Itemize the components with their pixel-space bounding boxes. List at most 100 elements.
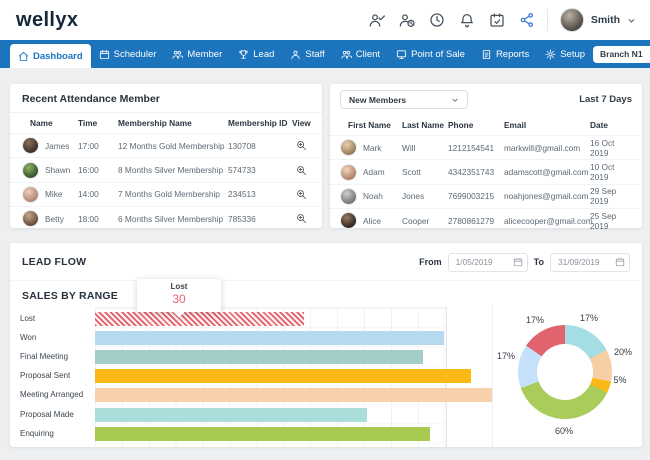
app-logo[interactable]: wellyx bbox=[16, 9, 78, 32]
avatar bbox=[22, 162, 39, 179]
period-label: Last 7 Days bbox=[579, 94, 632, 105]
phone: 7699003215 bbox=[448, 191, 504, 201]
avatar bbox=[22, 137, 39, 154]
donut-segment-label: 17% bbox=[526, 315, 544, 325]
zoom-in-icon[interactable] bbox=[296, 213, 307, 224]
bar-proposal-sent[interactable] bbox=[95, 369, 471, 383]
donut-chart[interactable] bbox=[518, 325, 612, 419]
column-header: Membership Name bbox=[118, 118, 228, 128]
gear-icon bbox=[545, 49, 556, 60]
nav-item-setup[interactable]: Setup bbox=[537, 40, 593, 68]
email: adamscott@gmail.com bbox=[504, 167, 590, 177]
attendance-time: 18:00 bbox=[78, 214, 118, 224]
share-icon[interactable] bbox=[519, 12, 535, 28]
user-check-icon[interactable] bbox=[369, 12, 385, 28]
bar-proposal-made[interactable] bbox=[95, 408, 367, 422]
chevron-down-icon bbox=[627, 16, 636, 25]
donut-segment-label: 60% bbox=[555, 426, 573, 436]
column-header: Phone bbox=[448, 120, 504, 130]
bar-won[interactable] bbox=[95, 331, 444, 345]
bar-lost[interactable] bbox=[95, 312, 304, 326]
nav-item-client[interactable]: Client bbox=[333, 40, 388, 68]
user-menu[interactable]: Smith bbox=[560, 8, 636, 32]
user-clock-icon[interactable] bbox=[399, 12, 415, 28]
column-header: Membership ID bbox=[228, 118, 292, 128]
last-name: Jones bbox=[402, 191, 448, 201]
new-members-header: New Members Last 7 Days bbox=[330, 84, 642, 115]
column-header: Date bbox=[590, 120, 632, 130]
nav-item-dashboard[interactable]: Dashboard bbox=[10, 44, 91, 68]
header-divider bbox=[547, 9, 548, 31]
calendar-check-icon[interactable] bbox=[489, 12, 505, 28]
membership-name: 6 Months Silver Membership bbox=[118, 214, 228, 224]
table-row: Mike14:007 Months Gold Membership234513 bbox=[10, 182, 322, 206]
avatar bbox=[340, 164, 357, 181]
bell-icon[interactable] bbox=[459, 12, 475, 28]
column-header: Email bbox=[504, 120, 590, 130]
bar-category-label: Proposal Sent bbox=[20, 369, 70, 383]
tooltip-value: 30 bbox=[137, 292, 221, 306]
chart-tooltip: Lost 30 bbox=[137, 279, 221, 312]
nav-item-point-of-sale[interactable]: Point of Sale bbox=[388, 40, 473, 68]
main-navbar: Dashboard Scheduler Member Lead StaffClientP… bbox=[0, 40, 650, 68]
from-date-wrap bbox=[448, 252, 528, 272]
view-cell bbox=[292, 213, 310, 224]
member-first-name-cell: Adam bbox=[340, 164, 402, 181]
user-icon bbox=[290, 49, 301, 60]
member-first-name-cell: Alice bbox=[340, 212, 402, 229]
member-name: Shawn bbox=[45, 165, 70, 175]
membership-id: 574733 bbox=[228, 165, 292, 175]
clock-icon[interactable] bbox=[429, 12, 445, 28]
zoom-in-icon[interactable] bbox=[296, 165, 307, 176]
chevron-down-icon bbox=[451, 96, 459, 104]
table-row: Shawn16:008 Months Silver Membership5747… bbox=[10, 157, 322, 181]
lead-flow-card: LEAD FLOW From To SALES BY RANGE LostWon… bbox=[10, 243, 642, 447]
member-first-name-cell: Noah bbox=[340, 188, 402, 205]
members-table-header: First NameLast NamePhoneEmailDate bbox=[330, 115, 642, 135]
trophy-icon bbox=[238, 49, 249, 60]
zoom-in-icon[interactable] bbox=[296, 189, 307, 200]
member-name-cell: Betty bbox=[22, 210, 78, 227]
branch-selector[interactable]: Branch N1 bbox=[593, 46, 650, 63]
bar-meeting-arranged[interactable] bbox=[95, 388, 492, 402]
nav-item-member[interactable]: Member bbox=[164, 40, 230, 68]
table-row: NoahJones7699003215noahjones@gmail.com29… bbox=[330, 184, 642, 208]
lead-flow-header: LEAD FLOW From To bbox=[10, 243, 642, 281]
nav-item-scheduler[interactable]: Scheduler bbox=[91, 40, 165, 68]
nav-item-label: Dashboard bbox=[33, 51, 83, 62]
to-date-wrap bbox=[550, 252, 630, 272]
membership-name: 12 Months Gold Membership bbox=[118, 141, 228, 151]
bar-category-label: Meeting Arranged bbox=[20, 388, 83, 402]
user-avatar bbox=[560, 8, 584, 32]
first-name: Noah bbox=[363, 191, 383, 201]
date: 25 Sep 2019 bbox=[590, 211, 632, 231]
column-header: View bbox=[292, 118, 311, 128]
donut-segment-label: 5% bbox=[613, 375, 626, 385]
members-filter-dropdown[interactable]: New Members bbox=[340, 90, 468, 109]
to-label: To bbox=[534, 257, 544, 267]
phone: 4342351743 bbox=[448, 167, 504, 177]
nav-item-staff[interactable]: Staff bbox=[282, 40, 332, 68]
nav-item-label: Lead bbox=[253, 49, 274, 60]
avatar bbox=[340, 139, 357, 156]
members-table-body: MarkWill1212154541markwill@gmail.com16 O… bbox=[330, 135, 642, 233]
avatar bbox=[340, 212, 357, 229]
calendar-icon bbox=[615, 257, 625, 267]
column-header: Last Name bbox=[402, 120, 448, 130]
column-header: First Name bbox=[340, 120, 402, 130]
bar-enquiring[interactable] bbox=[95, 427, 430, 441]
nav-item-lead[interactable]: Lead bbox=[230, 40, 282, 68]
attendance-table-body: James17:0012 Months Gold Membership13070… bbox=[10, 133, 322, 231]
attendance-time: 16:00 bbox=[78, 165, 118, 175]
nav-item-reports[interactable]: Reports bbox=[473, 40, 537, 68]
nav-right: Branch N1 bbox=[593, 46, 650, 63]
lead-flow-title: LEAD FLOW bbox=[22, 256, 86, 268]
bar-final-meeting[interactable] bbox=[95, 350, 423, 364]
view-cell bbox=[292, 140, 310, 151]
attendance-time: 14:00 bbox=[78, 189, 118, 199]
zoom-in-icon[interactable] bbox=[296, 140, 307, 151]
nav-item-label: Scheduler bbox=[114, 49, 157, 60]
monitor-icon bbox=[396, 49, 407, 60]
bar-category-label: Enquiring bbox=[20, 427, 54, 441]
from-label: From bbox=[419, 257, 442, 267]
